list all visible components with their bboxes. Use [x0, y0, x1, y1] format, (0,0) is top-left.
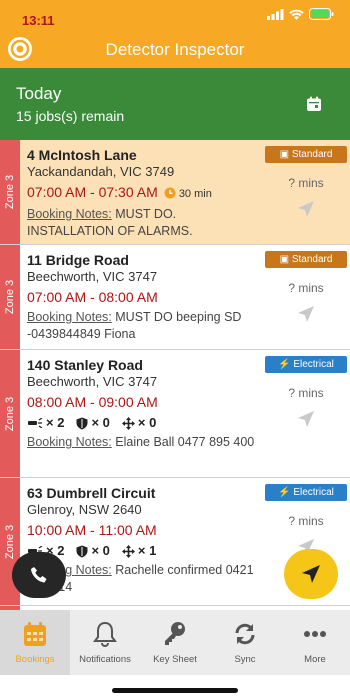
booking-notes-label: Booking Notes: [27, 207, 112, 221]
status-bar: 13:11 [0, 0, 350, 30]
job-time: 08:00 AM - 09:00 AM [27, 394, 158, 410]
travel-time: ? mins [288, 386, 324, 400]
today-title: Today [16, 84, 62, 103]
job-type-badge: ▣ Standard [265, 251, 347, 268]
wifi-icon [289, 9, 304, 20]
tab-label: More [304, 654, 326, 665]
job-type-badge: ⚡ Electrical [265, 484, 347, 501]
calendar-icon[interactable] [306, 96, 322, 112]
travel-time: ? mins [288, 176, 324, 190]
briefcase-icon: ▣ [279, 149, 290, 160]
travel-time: ? mins [288, 514, 324, 528]
job-suburb: Yackandandah, VIC 3749 [27, 164, 175, 179]
navigate-arrow-icon[interactable] [297, 200, 315, 218]
tab-key-sheet[interactable]: Key Sheet [140, 610, 210, 675]
app-header: Detector Inspector [0, 30, 350, 68]
travel-time: ? mins [288, 281, 324, 295]
booking-notes: Booking Notes: MUST DO. INSTALLATION OF … [27, 206, 263, 240]
navigation-arrow-icon [302, 565, 320, 583]
tab-bookings[interactable]: Bookings [0, 610, 70, 675]
tab-label: Notifications [79, 654, 131, 665]
job-card[interactable]: Zone 3 4 McIntosh Lane Yackandandah, VIC… [0, 140, 350, 245]
shield-icon [76, 417, 88, 429]
tab-label: Sync [234, 654, 256, 665]
job-time: 07:00 AM - 08:00 AM [27, 289, 158, 305]
calendar-grid-icon [24, 622, 46, 646]
tab-more[interactable]: More [280, 610, 350, 675]
tab-sync[interactable]: Sync [210, 610, 280, 675]
smoke-alarm-count: × 2 [46, 415, 65, 430]
zone-stripe: Zone 3 [0, 350, 20, 477]
zone-label: Zone 3 [4, 524, 16, 559]
job-time: 10:00 AM - 11:00 AM [27, 522, 157, 538]
more-dots-icon [304, 631, 326, 637]
device-counts: × 2 × 0 × 1 [27, 542, 263, 560]
booking-notes: Booking Notes: MUST DO beeping SD -04398… [27, 309, 263, 343]
lightning-icon: ⚡ [278, 487, 291, 498]
job-address: 11 Bridge Road [27, 252, 129, 268]
booking-notes: Booking Notes: Elaine Ball 0477 895 400 [27, 434, 263, 451]
shield-icon [76, 545, 88, 557]
job-type-badge: ⚡ Electrical [265, 356, 347, 373]
briefcase-icon: ▣ [279, 254, 290, 265]
signal-icon [267, 8, 284, 20]
move-arrows-icon [121, 416, 135, 430]
today-header: Today 15 jobs(s) remain [0, 68, 350, 140]
jobs-remaining: 15 jobs(s) remain [16, 108, 125, 124]
zone-label: Zone 3 [4, 174, 16, 210]
job-suburb: Glenroy, NSW 2640 [27, 502, 142, 517]
zone-label: Zone 3 [4, 396, 16, 431]
job-address: 140 Stanley Road [27, 357, 143, 373]
tab-notifications[interactable]: Notifications [70, 610, 140, 675]
zone-stripe: Zone 3 [0, 140, 20, 244]
safety-switch-count: × 0 [91, 543, 110, 558]
sync-icon [235, 623, 255, 645]
job-card[interactable]: Zone 3 140 Stanley Road Beechworth, VIC … [0, 350, 350, 478]
move-arrows-icon [121, 544, 135, 558]
bell-icon [93, 621, 117, 647]
job-address: 63 Dumbrell Circuit [27, 485, 156, 501]
job-type-badge: ▣ Standard [265, 146, 347, 163]
clock-icon [164, 187, 176, 199]
battery-icon [309, 8, 334, 20]
job-suburb: Beechworth, VIC 3747 [27, 374, 158, 389]
navigate-arrow-icon[interactable] [297, 305, 315, 323]
job-list[interactable]: Zone 3 4 McIntosh Lane Yackandandah, VIC… [0, 140, 350, 610]
phone-icon [31, 567, 47, 583]
other-device-count: × 1 [137, 543, 157, 558]
bottom-tab-bar: Bookings Notifications Key Sheet Sync Mo… [0, 610, 350, 675]
safety-switch-count: × 0 [91, 415, 110, 430]
job-type-label: Electrical [293, 359, 334, 370]
lightning-icon: ⚡ [278, 359, 291, 370]
zone-label: Zone 3 [4, 279, 16, 315]
home-indicator [112, 688, 238, 693]
job-time: 07:00 AM - 07:30 AM [27, 184, 158, 200]
job-address: 4 McIntosh Lane [27, 147, 137, 163]
status-time: 13:11 [22, 13, 55, 28]
tab-label: Key Sheet [153, 654, 197, 665]
navigate-arrow-icon[interactable] [297, 410, 315, 428]
job-type-label: Standard [291, 254, 333, 265]
device-counts: × 2 × 0 × 0 [27, 414, 263, 432]
booking-notes-label: Booking Notes: [27, 435, 112, 449]
job-suburb: Beechworth, VIC 3747 [27, 269, 158, 284]
booking-notes-text: Elaine Ball 0477 895 400 [111, 435, 255, 449]
app-title: Detector Inspector [105, 40, 245, 59]
other-device-count: × 0 [137, 415, 157, 430]
tab-label: Bookings [15, 654, 55, 665]
system-icons [267, 8, 334, 20]
key-icon [165, 622, 185, 645]
booking-notes-label: Booking Notes: [27, 310, 112, 324]
job-type-label: Standard [291, 149, 333, 160]
zone-stripe: Zone 3 [0, 245, 20, 349]
job-card[interactable]: Zone 3 11 Bridge Road Beechworth, VIC 37… [0, 245, 350, 350]
job-duration: 30 min [178, 188, 212, 200]
job-type-label: Electrical [293, 487, 334, 498]
smoke-alarm-icon [28, 418, 43, 428]
call-button[interactable] [12, 552, 66, 598]
navigate-button[interactable] [284, 549, 338, 599]
